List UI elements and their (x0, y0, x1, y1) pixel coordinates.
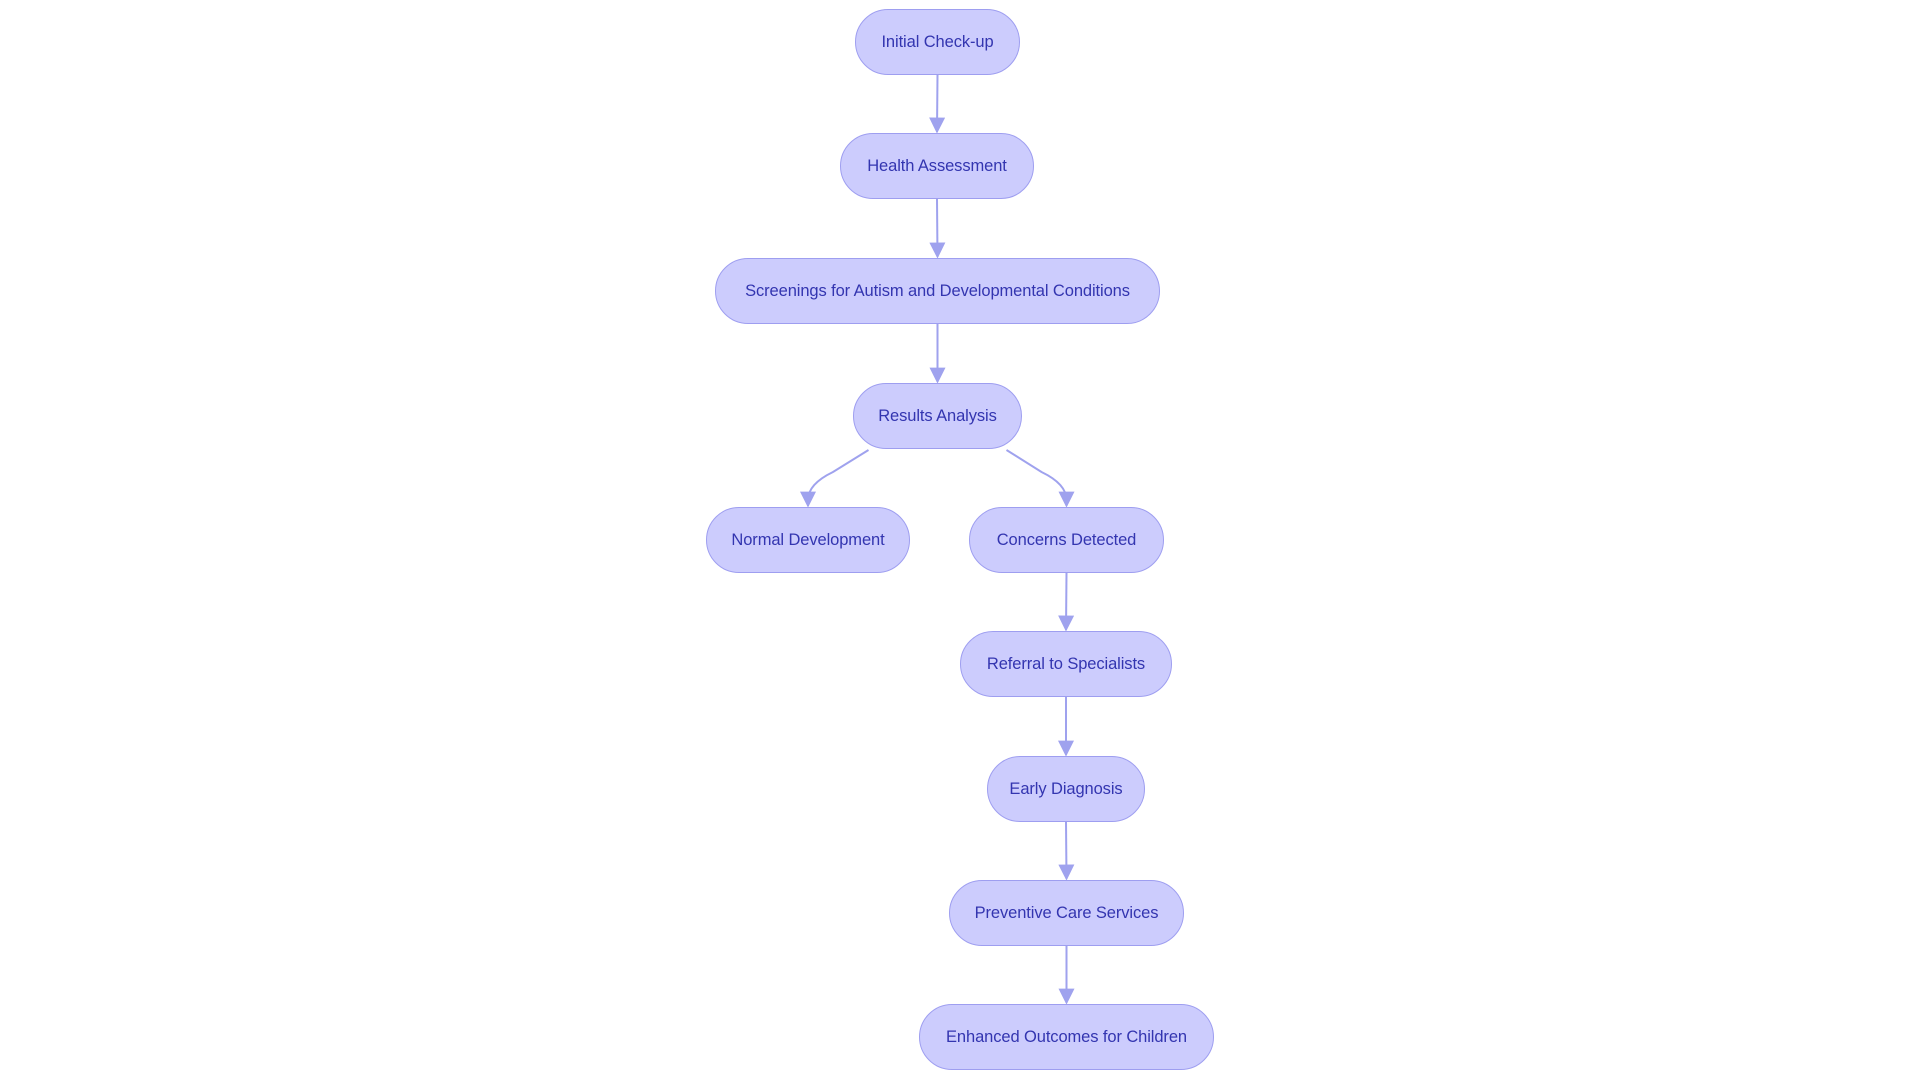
node-initial-check-up: Initial Check-up (855, 9, 1020, 75)
node-label: Enhanced Outcomes for Children (946, 1027, 1187, 1046)
edge-concerns-to-referral (1058, 572, 1075, 632)
node-enhanced-outcomes: Enhanced Outcomes for Children (919, 1004, 1214, 1070)
node-label: Results Analysis (878, 406, 997, 425)
node-label: Referral to Specialists (986, 654, 1146, 673)
node-screenings: Screenings for Autism and Developmental … (715, 258, 1160, 324)
flowchart-canvas: Initial Check-up Health Assessment Scree… (0, 0, 1920, 1080)
node-label: Normal Development (731, 530, 885, 549)
edge-health-to-screenings (929, 198, 946, 259)
node-label: Health Assessment (867, 156, 1007, 175)
node-label: Screenings for Autism and Developmental … (745, 281, 1130, 300)
node-label: Concerns Detected (996, 530, 1137, 549)
edge-initial-to-health (929, 74, 946, 134)
node-label: Preventive Care Services (974, 903, 1159, 922)
edge-results-to-normal (800, 449, 870, 508)
node-health-assessment: Health Assessment (840, 133, 1034, 199)
node-label: Early Diagnosis (1009, 779, 1123, 798)
node-results-analysis: Results Analysis (853, 383, 1022, 449)
edge-results-to-concerns (1005, 449, 1075, 508)
node-preventive-care-services: Preventive Care Services (949, 880, 1184, 946)
edge-early-to-preventive (1058, 821, 1075, 881)
node-referral-to-specialists: Referral to Specialists (960, 631, 1172, 697)
node-label: Initial Check-up (881, 32, 994, 51)
node-early-diagnosis: Early Diagnosis (987, 756, 1145, 822)
node-normal-development: Normal Development (706, 507, 910, 573)
node-concerns-detected: Concerns Detected (969, 507, 1164, 573)
